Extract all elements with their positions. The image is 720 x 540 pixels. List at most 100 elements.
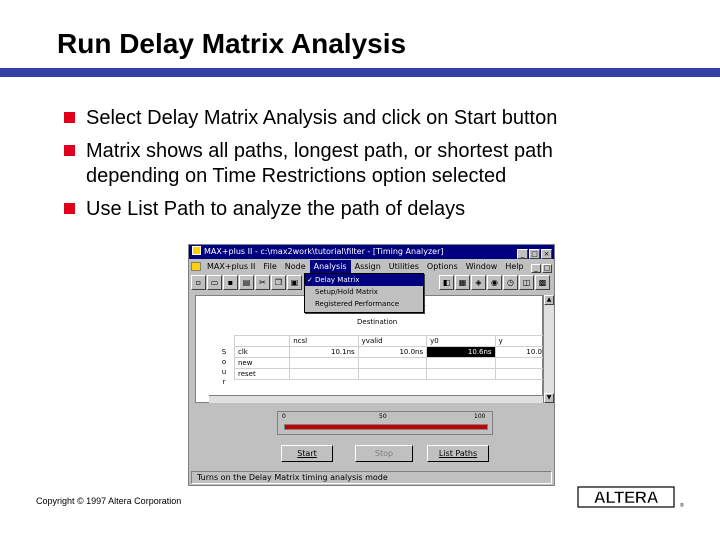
menu-item-setup-hold-matrix[interactable]: Setup/Hold Matrix [305,286,423,298]
matrix-header-row: ncsl yvalid y0 y [233,335,547,347]
matrix-cell[interactable] [494,357,547,369]
delay-matrix-table: ncsl yvalid y0 y clk 10.1ns 10.0ns 10.6n… [233,335,547,380]
slide-title: Run Delay Matrix Analysis [57,28,407,59]
progress-panel: 0 50 100 [277,411,493,435]
list-paths-button[interactable]: List Paths [427,445,489,462]
column-header[interactable]: y0 [426,335,496,347]
matrix-cell[interactable]: 10.1ns [289,346,359,358]
matrix-cell[interactable]: 10.0ns [357,346,428,358]
maximize-icon[interactable]: □ [529,249,540,259]
row-header[interactable]: clk [233,346,291,358]
menu-help[interactable]: Help [501,260,527,273]
menu-item-registered-performance[interactable]: Registered Performance [305,298,423,310]
compile-icon[interactable]: ◈ [471,275,486,290]
scroll-up-icon[interactable]: ▲ [544,295,554,305]
cut-icon[interactable]: ✂ [255,275,270,290]
matrix-cell-selected[interactable]: 10.6ns [426,346,496,358]
matrix-cell[interactable]: 10.0 [494,346,547,358]
window-titlebar[interactable]: MAX+plus II - c:\max2work\tutorial\filte… [189,245,554,259]
app-icon [192,246,201,255]
column-header[interactable]: ncsl [289,335,359,347]
matrix-cell[interactable] [289,368,359,380]
open-file-icon[interactable]: ▭ [207,275,222,290]
bullet-square-icon [64,112,75,123]
menu-item-delay-matrix[interactable]: ✓ Delay Matrix [305,274,423,286]
scroll-down-icon[interactable]: ▼ [544,393,554,403]
simulate-icon[interactable]: ◉ [487,275,502,290]
stop-button[interactable]: Stop [355,445,413,462]
copy-icon[interactable]: ❐ [271,275,286,290]
progress-tick: 0 [282,413,286,420]
source-label: S o u r [221,348,227,386]
status-bar: Turns on the Delay Matrix timing analysi… [191,471,552,484]
logo-wordmark: ALTERA [594,488,659,507]
matrix-cell[interactable] [494,368,547,380]
doc-minimize-icon[interactable]: _ [531,264,541,273]
analysis-menu-dropdown: ✓ Delay Matrix Setup/Hold Matrix Registe… [304,273,424,313]
disk-icon[interactable]: ▩ [535,275,550,290]
title-rule [0,68,720,77]
menu-assign[interactable]: Assign [351,260,385,273]
menu-analysis[interactable]: Analysis [309,260,351,273]
altera-logo-mark: ALTERA ® [577,486,684,509]
bullet-item: Select Delay Matrix Analysis and click o… [62,106,702,131]
row-header[interactable]: new [233,357,291,369]
bullet-text-continuation: depending on Time Restrictions option se… [86,165,507,187]
window-controls: _ □ × [516,247,552,261]
progress-bar [284,424,488,430]
bullet-text: Select Delay Matrix Analysis and click o… [86,107,558,129]
horizontal-scrollbar[interactable] [209,395,543,403]
bullet-text: Matrix shows all paths, longest path, or… [86,140,553,162]
check-icon: ✓ [307,276,313,284]
save-icon[interactable]: ▪ [223,275,238,290]
menu-window[interactable]: Window [462,260,502,273]
copyright-text: Copyright © 1997 Altera Corporation [36,496,182,506]
menu-node[interactable]: Node [281,260,310,273]
matrix-cell[interactable] [289,357,359,369]
column-header[interactable]: y [494,335,547,347]
menu-utilities[interactable]: Utilities [385,260,423,273]
progress-tick: 100 [474,413,486,420]
program-icon[interactable]: ◫ [519,275,534,290]
row-header[interactable]: reset [233,368,291,380]
bullet-list: Select Delay Matrix Analysis and click o… [62,106,702,230]
close-icon[interactable]: × [541,249,552,259]
matrix-corner-cell [233,335,291,347]
progress-tick: 50 [379,413,387,420]
bullet-item: Matrix shows all paths, longest path, or… [62,139,702,189]
bullet-item: Use List Path to analyze the path of del… [62,197,702,222]
hierarchy-icon[interactable]: ◧ [439,275,454,290]
menu-file[interactable]: File [259,260,280,273]
table-row: reset [233,368,547,380]
document-icon[interactable] [191,262,201,271]
paste-icon[interactable]: ▣ [287,275,302,290]
timing-icon[interactable]: ◷ [503,275,518,290]
matrix-cell[interactable] [357,368,428,380]
menu-options[interactable]: Options [423,260,462,273]
bullet-text: Use List Path to analyze the path of del… [86,198,466,220]
table-row: new [233,357,547,369]
print-icon[interactable]: ▤ [239,275,254,290]
destination-label: Destination [357,318,398,326]
vertical-scrollbar[interactable]: ▲ ▼ [543,295,554,403]
minimize-icon[interactable]: _ [517,249,528,259]
matrix-cell[interactable] [426,368,496,380]
altera-logo: ALTERA ® [576,484,686,515]
start-button[interactable]: Start [281,445,333,462]
menu-maxplus[interactable]: MAX+plus II [203,260,259,273]
table-row: clk 10.1ns 10.0ns 10.6ns 10.0 [233,346,547,358]
new-file-icon[interactable]: ▫ [191,275,206,290]
timing-analyzer-window: MAX+plus II - c:\max2work\tutorial\filte… [188,244,555,486]
doc-restore-icon[interactable]: □ [542,264,552,273]
progress-fill [285,425,487,429]
bullet-square-icon [64,203,75,214]
column-header[interactable]: yvalid [357,335,428,347]
document-controls: _ □ [530,261,552,274]
matrix-cell[interactable] [357,357,428,369]
floorplan-icon[interactable]: ▦ [455,275,470,290]
bullet-square-icon [64,145,75,156]
matrix-cell[interactable] [426,357,496,369]
registered-mark: ® [680,502,684,509]
window-title: MAX+plus II - c:\max2work\tutorial\filte… [204,247,444,256]
menu-bar: MAX+plus II File Node Analysis Assign Utiliti… [189,260,554,273]
